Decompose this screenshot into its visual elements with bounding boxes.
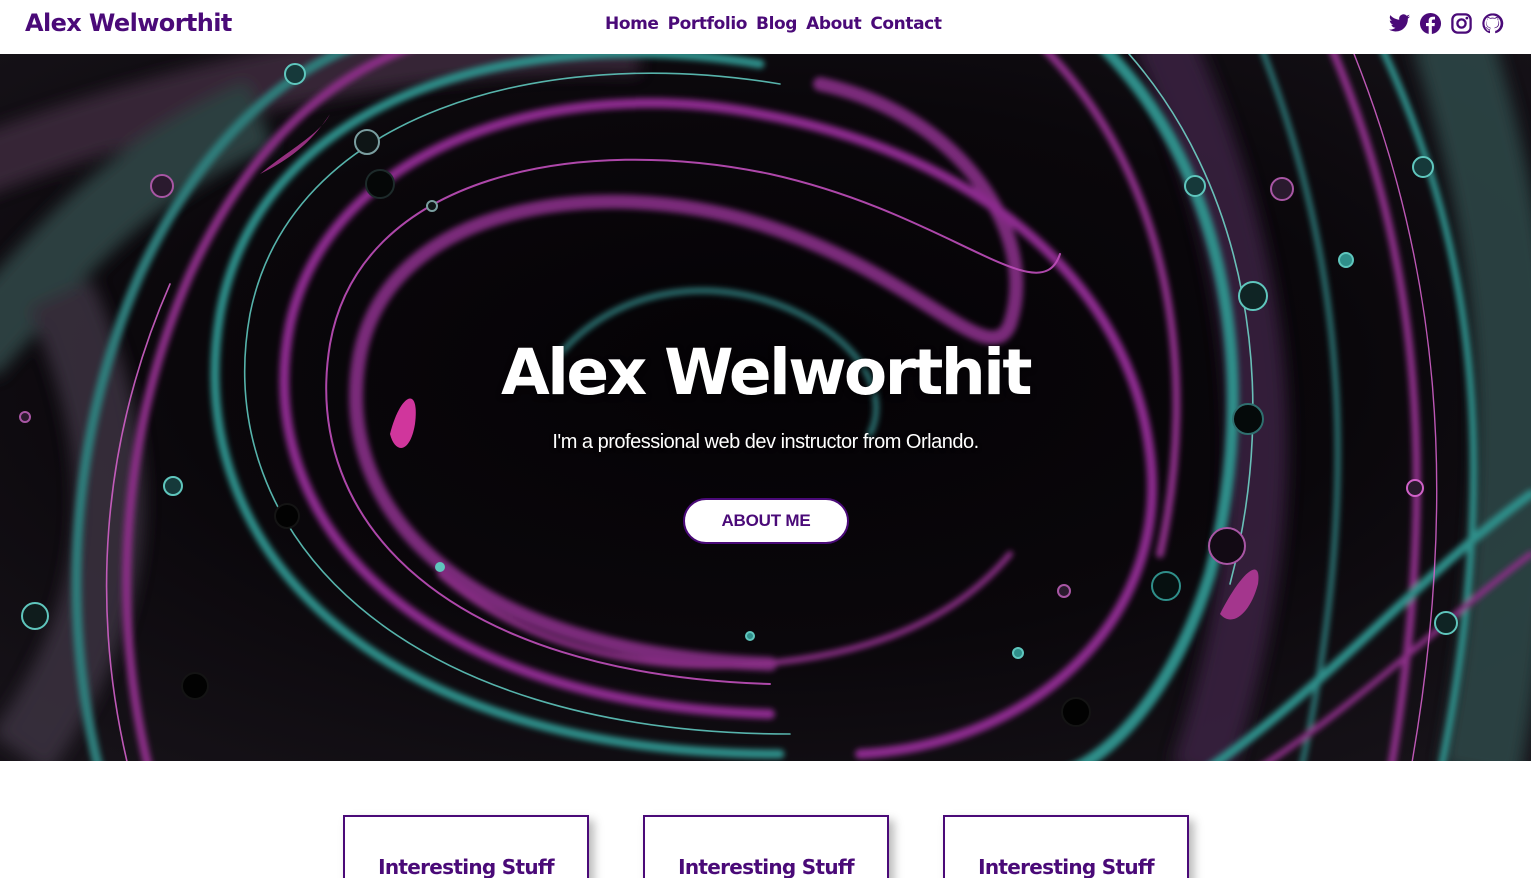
- hero-section: Alex Welworthit I'm a professional web d…: [0, 54, 1531, 761]
- hero-subtitle: I'm a professional web dev instructor fr…: [552, 431, 979, 453]
- feature-card[interactable]: Interesting Stuff: [343, 815, 589, 878]
- nav-about[interactable]: About: [806, 14, 862, 34]
- about-me-button[interactable]: ABOUT ME: [683, 498, 849, 544]
- nav-contact[interactable]: Contact: [870, 14, 942, 34]
- facebook-icon[interactable]: [1419, 12, 1442, 35]
- nav-portfolio[interactable]: Portfolio: [668, 14, 748, 34]
- github-icon[interactable]: [1481, 12, 1504, 35]
- feature-card[interactable]: Interesting Stuff: [943, 815, 1189, 878]
- instagram-icon[interactable]: [1450, 12, 1473, 35]
- feature-card[interactable]: Interesting Stuff: [643, 815, 889, 878]
- card-title: Interesting Stuff: [978, 855, 1154, 878]
- card-title: Interesting Stuff: [678, 855, 854, 878]
- nav-home[interactable]: Home: [605, 14, 659, 34]
- nav-blog[interactable]: Blog: [756, 14, 797, 34]
- site-header: Alex Welworthit Home Portfolio Blog Abou…: [0, 0, 1531, 54]
- card-title: Interesting Stuff: [378, 855, 554, 878]
- hero-title: Alex Welworthit: [501, 336, 1032, 409]
- social-links: [1388, 12, 1504, 35]
- main-nav: Home Portfolio Blog About Contact: [605, 14, 942, 34]
- site-brand[interactable]: Alex Welworthit: [25, 9, 232, 37]
- twitter-icon[interactable]: [1388, 12, 1411, 35]
